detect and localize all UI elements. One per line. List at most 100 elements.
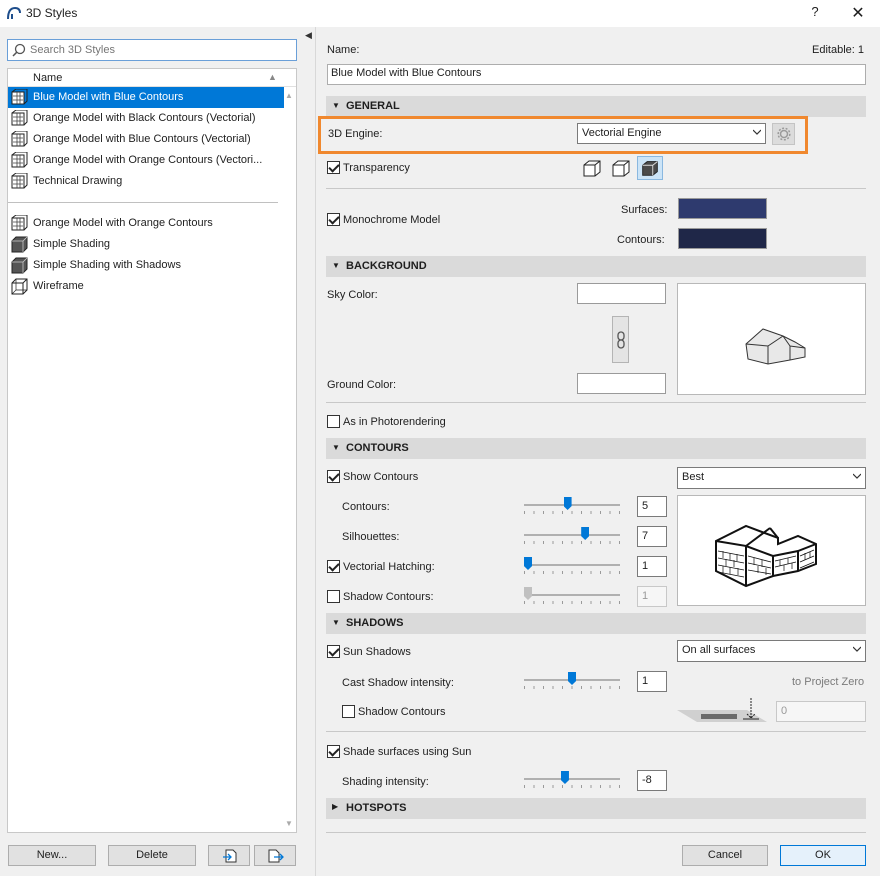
shadow-contours-value-field: 1 xyxy=(637,586,667,607)
contours-section-header[interactable]: ▼ CONTOURS xyxy=(326,438,866,459)
vectorial-hatching-slider[interactable] xyxy=(524,557,620,574)
list-item[interactable]: Orange Model with Orange Contours (Vecto… xyxy=(8,150,284,171)
list-item[interactable]: Blue Model with Blue Contours xyxy=(8,87,284,108)
shaded-style-icon xyxy=(11,257,28,274)
ok-button[interactable]: OK xyxy=(780,845,866,866)
divider xyxy=(326,832,866,833)
list-item-label: Orange Model with Black Contours (Vector… xyxy=(33,112,256,124)
shadow-contours-2-checkbox[interactable] xyxy=(342,705,355,718)
export-icon xyxy=(268,849,284,863)
divider xyxy=(326,731,866,732)
scroll-down-arrow[interactable]: ▼ xyxy=(285,819,293,828)
vectorial-style-icon xyxy=(11,89,28,105)
sun-shadows-checkbox[interactable] xyxy=(327,645,340,658)
list-item[interactable]: Orange Model with Orange Contours xyxy=(8,213,284,234)
vectorial-hatching-checkbox[interactable] xyxy=(327,560,340,573)
close-button[interactable]: ✕ xyxy=(848,3,868,23)
project-zero-value-field: 0 xyxy=(776,701,866,722)
list-item-label: Wireframe xyxy=(33,280,84,292)
shading-intensity-value-field[interactable]: -8 xyxy=(637,770,667,791)
cancel-button[interactable]: Cancel xyxy=(682,845,768,866)
contours-slider[interactable] xyxy=(524,497,620,514)
shadow-contours-slider xyxy=(524,587,620,604)
help-button[interactable]: ? xyxy=(806,4,824,22)
vectorial-hatching-value-field[interactable]: 1 xyxy=(637,556,667,577)
new-button[interactable]: New... xyxy=(8,845,96,866)
column-name-header[interactable]: Name xyxy=(33,72,62,84)
shadow-plane-icon xyxy=(677,698,767,722)
link-colors-button[interactable] xyxy=(612,316,629,363)
vectorial-style-icon xyxy=(11,152,28,168)
panel-splitter[interactable] xyxy=(306,27,316,876)
show-contours-checkbox[interactable] xyxy=(327,470,340,483)
list-item[interactable]: Simple Shading xyxy=(8,234,284,255)
cast-shadow-slider[interactable] xyxy=(524,672,620,689)
transparency-label: Transparency xyxy=(343,162,410,174)
delete-button[interactable]: Delete xyxy=(108,845,196,866)
silhouettes-slider[interactable] xyxy=(524,527,620,544)
slider-thumb[interactable] xyxy=(524,557,532,570)
shading-intensity-slider[interactable] xyxy=(524,771,620,788)
shaded-box-icon xyxy=(642,161,658,176)
contour-quality-value: Best xyxy=(682,471,705,483)
background-section-header[interactable]: ▼ BACKGROUND xyxy=(326,256,866,277)
hotspots-section-header[interactable]: ▶ HOTSPOTS xyxy=(326,798,866,819)
list-header[interactable]: Name ▲ xyxy=(8,69,296,87)
photorendering-checkbox[interactable] xyxy=(327,415,340,428)
brick-house-preview-icon xyxy=(715,524,817,588)
contours-color-swatch[interactable] xyxy=(678,228,767,249)
engine-settings-button[interactable] xyxy=(772,123,795,145)
monochrome-checkbox[interactable] xyxy=(327,213,340,226)
engine-value: Vectorial Engine xyxy=(582,127,662,139)
title-bar: 3D Styles ? ✕ xyxy=(0,0,880,27)
engine-dropdown[interactable]: Vectorial Engine xyxy=(577,123,766,144)
slider-thumb[interactable] xyxy=(581,527,590,540)
list-item[interactable]: Orange Model with Black Contours (Vector… xyxy=(8,108,284,129)
slider-thumb[interactable] xyxy=(568,672,576,685)
sky-color-swatch[interactable] xyxy=(577,283,666,304)
slider-thumb[interactable] xyxy=(560,771,569,784)
list-item[interactable]: Orange Model with Blue Contours (Vectori… xyxy=(8,129,284,150)
shaded-style-icon xyxy=(11,236,28,253)
shade-surfaces-label: Shade surfaces using Sun xyxy=(343,746,472,758)
shadow-contours-2-label: Shadow Contours xyxy=(358,706,446,718)
cast-shadow-intensity-label: Cast Shadow intensity: xyxy=(342,677,454,689)
background-preview xyxy=(677,283,866,395)
collapse-triangle-icon: ▼ xyxy=(332,261,340,270)
chevron-down-icon xyxy=(853,473,861,479)
list-item[interactable]: Simple Shading with Shadows xyxy=(8,255,284,276)
divider xyxy=(326,188,866,189)
sun-shadows-label: Sun Shadows xyxy=(343,646,411,658)
search-input[interactable] xyxy=(30,42,290,58)
collapse-panel-icon[interactable]: ◀ xyxy=(305,30,312,41)
export-button[interactable] xyxy=(254,845,296,866)
photorendering-label: As in Photorendering xyxy=(343,416,446,428)
transparency-checkbox[interactable] xyxy=(327,161,340,174)
scroll-up-arrow[interactable]: ▲ xyxy=(285,91,293,100)
contour-quality-dropdown[interactable]: Best xyxy=(677,467,866,489)
styles-list[interactable]: Name ▲ Blue Model with Blue Contours Ora… xyxy=(7,68,297,833)
cast-shadow-value-field[interactable]: 1 xyxy=(637,671,667,692)
hidden-line-mode-button[interactable] xyxy=(608,156,634,180)
list-item-label: Simple Shading with Shadows xyxy=(33,259,181,271)
ground-color-swatch[interactable] xyxy=(577,373,666,394)
surfaces-color-swatch[interactable] xyxy=(678,198,767,219)
search-box[interactable] xyxy=(7,39,297,61)
shadows-section-header[interactable]: ▼ SHADOWS xyxy=(326,613,866,634)
import-button[interactable] xyxy=(208,845,250,866)
to-project-zero-label: to Project Zero xyxy=(792,676,865,688)
shadow-contours-checkbox[interactable] xyxy=(327,590,340,603)
contours-value-field[interactable]: 5 xyxy=(637,496,667,517)
silhouettes-value-field[interactable]: 7 xyxy=(637,526,667,547)
list-item[interactable]: Wireframe xyxy=(8,276,284,297)
shadow-surfaces-dropdown[interactable]: On all surfaces xyxy=(677,640,866,662)
style-name-field[interactable]: Blue Model with Blue Contours xyxy=(327,64,866,85)
shading-mode-button[interactable] xyxy=(637,156,663,180)
engine-label: 3D Engine: xyxy=(328,128,383,140)
wireframe-mode-button[interactable] xyxy=(579,156,605,180)
slider-thumb[interactable] xyxy=(563,497,572,510)
list-item[interactable]: Technical Drawing xyxy=(8,171,284,192)
shade-surfaces-checkbox[interactable] xyxy=(327,745,340,758)
vectorial-hatching-label: Vectorial Hatching: xyxy=(343,561,435,573)
general-section-header[interactable]: ▼ GENERAL xyxy=(326,96,866,117)
